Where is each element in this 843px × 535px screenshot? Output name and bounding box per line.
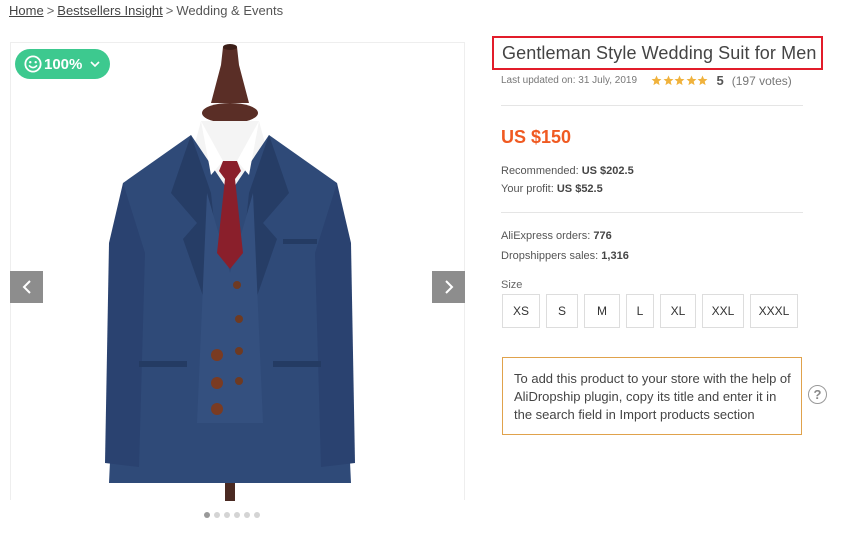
product-title: Gentleman Style Wedding Suit for Men: [502, 42, 817, 63]
votes-count: (197 votes): [731, 73, 792, 88]
breadcrumb-separator: >: [165, 3, 174, 18]
orders-label: AliExpress orders:: [501, 230, 591, 242]
profit-value: US $52.5: [556, 183, 603, 195]
size-option-xl[interactable]: XL: [660, 294, 696, 328]
star-icon: [663, 75, 673, 86]
profit-label: Your profit:: [501, 183, 554, 195]
gallery-next-button[interactable]: [432, 271, 465, 303]
orders-value: 776: [593, 230, 612, 242]
size-option-l[interactable]: L: [626, 294, 654, 328]
last-updated: Last updated on: 31 July, 2019: [501, 75, 638, 86]
import-help-box: To add this product to your store with t…: [502, 357, 802, 435]
product-price: US $150: [501, 127, 572, 147]
divider: [501, 212, 803, 213]
help-icon[interactable]: ?: [808, 385, 827, 404]
chevron-right-icon: [444, 280, 453, 294]
sales-label: Dropshippers sales:: [501, 250, 599, 262]
sales-value: 1,316: [601, 250, 629, 262]
match-score-badge[interactable]: 100%: [15, 49, 110, 79]
size-options: XS S M L XL XXL XXXL: [502, 294, 798, 328]
breadcrumb-bestsellers-link[interactable]: Bestsellers Insight: [57, 3, 163, 18]
star-icon: [651, 75, 662, 86]
breadcrumb: Home > Bestsellers Insight > Wedding & Event…: [9, 3, 283, 18]
gallery-dot[interactable]: [224, 512, 230, 518]
gallery-dot[interactable]: [204, 512, 210, 518]
dropshippers-sales: Dropshippers sales: 1,316: [501, 250, 629, 262]
recommended-price: Recommended: US $202.5: [501, 165, 634, 177]
product-meta: Last updated on: 31 July, 2019 5 (197 vo…: [501, 73, 792, 88]
breadcrumb-home-link[interactable]: Home: [9, 3, 44, 18]
aliexpress-orders: AliExpress orders: 776: [501, 230, 612, 242]
size-option-s[interactable]: S: [546, 294, 578, 328]
gallery-pagination: [204, 512, 260, 518]
recommended-label: Recommended:: [501, 165, 579, 177]
breadcrumb-separator: >: [46, 3, 55, 18]
gallery-dot[interactable]: [214, 512, 220, 518]
profit: Your profit: US $52.5: [501, 183, 603, 195]
size-option-m[interactable]: M: [584, 294, 620, 328]
star-icon: [674, 75, 685, 86]
breadcrumb-current: Wedding & Events: [176, 3, 284, 18]
size-option-xxxl[interactable]: XXXL: [750, 294, 798, 328]
gallery-prev-button[interactable]: [10, 271, 43, 303]
star-icon: [686, 75, 696, 86]
product-gallery: [10, 42, 465, 501]
gallery-dot[interactable]: [254, 512, 260, 518]
size-option-xxl[interactable]: XXL: [702, 294, 744, 328]
divider: [501, 105, 803, 106]
product-title-highlight: Gentleman Style Wedding Suit for Men: [492, 36, 823, 70]
recommended-value: US $202.5: [581, 165, 634, 177]
import-help-text: To add this product to your store with t…: [514, 371, 791, 422]
size-option-xs[interactable]: XS: [502, 294, 540, 328]
gallery-dot[interactable]: [234, 512, 240, 518]
chevron-down-icon: [90, 61, 100, 68]
star-icon: [697, 75, 708, 86]
chevron-left-icon: [22, 280, 31, 294]
smiley-icon: [24, 55, 42, 73]
gallery-dot[interactable]: [244, 512, 250, 518]
product-image: [105, 44, 355, 501]
size-label: Size: [501, 279, 523, 291]
rating-value: 5: [716, 73, 724, 88]
rating-stars: [651, 75, 709, 86]
match-score-label: 100%: [44, 55, 83, 73]
